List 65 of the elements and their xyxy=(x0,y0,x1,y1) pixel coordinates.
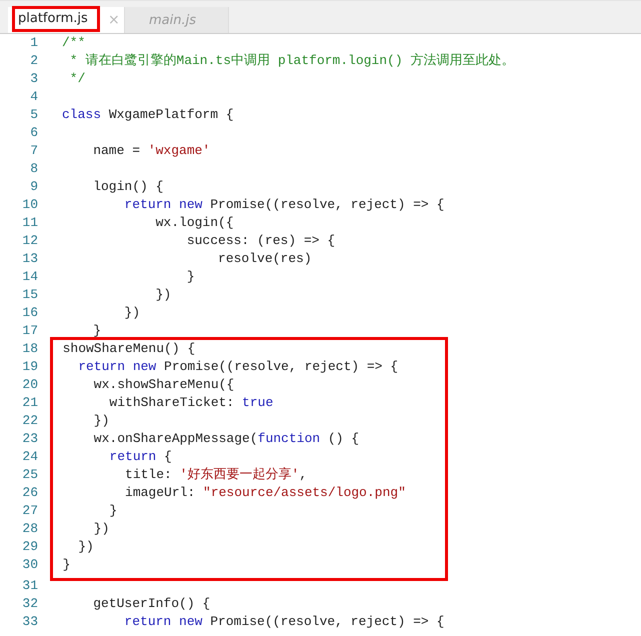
line-number: 14 xyxy=(21,268,38,286)
code-line: */ xyxy=(68,70,86,88)
code-line: } xyxy=(186,268,195,286)
code-line: } xyxy=(92,322,102,340)
line-number: 16 xyxy=(21,304,38,322)
line-number: 17 xyxy=(21,322,38,340)
line-number: 23 xyxy=(21,430,38,448)
code-line: * 请在白鹭引擎的Main.ts中调用 platform.login() 方法调用至此处。 xyxy=(68,52,514,70)
file-tab[interactable]: main.js xyxy=(125,7,229,33)
file-tab[interactable]: platform.js × xyxy=(8,7,125,33)
line-number: 2 xyxy=(29,52,38,70)
code-line: } xyxy=(62,556,70,574)
line-number: 4 xyxy=(29,88,38,106)
code-line: return new Promise((resolve, reject) => { xyxy=(123,613,444,631)
code-line: }) xyxy=(154,286,172,304)
line-number: 11 xyxy=(21,214,38,232)
code-line: }) xyxy=(77,538,94,556)
code-line: } xyxy=(108,502,118,520)
code-line: class WxgamePlatform { xyxy=(62,106,234,124)
code-line: name = 'wxgame' xyxy=(92,142,210,160)
line-number: 10 xyxy=(21,196,38,214)
code-line: wx.login({ xyxy=(154,214,234,232)
code-line: withShareTicket: true xyxy=(108,394,274,412)
line-number: 26 xyxy=(21,484,38,502)
code-line: }) xyxy=(92,412,110,430)
line-number: 31 xyxy=(21,577,38,595)
line-number: 6 xyxy=(29,124,38,142)
line-number: 5 xyxy=(29,106,38,124)
code-line: return new Promise((resolve, reject) => { xyxy=(77,358,398,376)
code-line: wx.showShareMenu({ xyxy=(92,376,234,394)
line-number: 33 xyxy=(21,613,38,631)
code-line: /** xyxy=(62,34,86,52)
line-number: 32 xyxy=(21,595,38,613)
code-line: resolve(res) xyxy=(217,250,312,268)
code-line: imageUrl: "resource/assets/logo.png" xyxy=(124,484,406,502)
line-number: 22 xyxy=(21,412,38,430)
line-number: 20 xyxy=(21,376,38,394)
line-number: 13 xyxy=(21,250,38,268)
line-number: 27 xyxy=(21,502,38,520)
code-line: }) xyxy=(92,520,110,538)
code-line: showShareMenu() { xyxy=(62,340,196,358)
line-number: 25 xyxy=(21,466,38,484)
line-number: 29 xyxy=(21,538,38,556)
line-number: 30 xyxy=(21,556,38,574)
line-number: 3 xyxy=(29,70,38,88)
line-number: 28 xyxy=(21,520,38,538)
code-line: getUserInfo() { xyxy=(92,595,210,613)
close-icon[interactable]: × xyxy=(108,12,120,28)
line-number: 7 xyxy=(29,142,38,160)
line-number: 21 xyxy=(21,394,38,412)
line-number: 1 xyxy=(29,34,38,52)
line-number: 15 xyxy=(21,286,38,304)
code-line: return new Promise((resolve, reject) => { xyxy=(123,196,444,214)
code-line: return { xyxy=(108,448,172,466)
code-line: wx.onShareAppMessage(function () { xyxy=(92,430,360,448)
code-line: }) xyxy=(123,304,140,322)
code-line: login() { xyxy=(92,178,164,196)
line-number: 24 xyxy=(21,448,38,466)
line-number: 12 xyxy=(21,232,38,250)
line-number: 19 xyxy=(21,358,38,376)
code-line: success: (res) => { xyxy=(186,232,336,250)
line-number: 18 xyxy=(21,340,38,358)
line-number: 8 xyxy=(29,160,38,178)
line-number: 9 xyxy=(29,178,38,196)
code-line: title: '好东西要一起分享', xyxy=(124,466,308,484)
